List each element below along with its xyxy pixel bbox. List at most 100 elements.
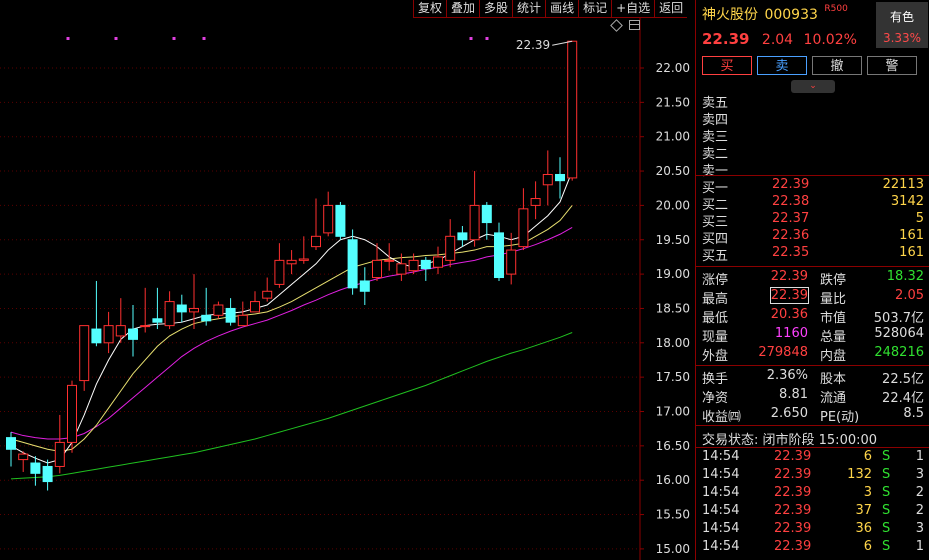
candle-body xyxy=(42,465,53,483)
stat-row: 涨停 22.39 跌停 18.32 xyxy=(696,269,929,288)
high-price-label: 22.39 xyxy=(516,38,550,52)
tick-price: 22.39 xyxy=(774,449,812,464)
candle-body xyxy=(79,325,90,382)
chart-toolbar: 复权 叠加 多股 统计 画线 标记 +自选 返回 xyxy=(413,0,688,18)
toolbar-back[interactable]: 返回 xyxy=(654,0,688,18)
stat-label: 量比 xyxy=(820,292,847,307)
stat-value: 22.4亿 xyxy=(882,391,924,406)
bid-price: 22.37 xyxy=(772,211,810,226)
stat-label: 跌停 xyxy=(820,273,847,288)
tick-volume: 6 xyxy=(863,449,872,464)
stat-label: 最高 xyxy=(702,292,729,307)
sector-badge[interactable]: 有色 3.33% xyxy=(876,2,928,48)
ask-row: 卖三 xyxy=(696,126,929,145)
tick-volume: 37 xyxy=(855,503,872,518)
stat-value: 528064 xyxy=(874,326,924,341)
candle-body xyxy=(237,314,248,327)
y-tick-label: 22.00 xyxy=(656,61,690,75)
candle-body xyxy=(128,328,138,340)
cancel-order-button[interactable]: 撤 xyxy=(812,56,862,75)
stat-value: 22.5亿 xyxy=(882,372,924,387)
y-tick-label: 21.50 xyxy=(656,95,690,109)
event-marker-dot xyxy=(469,37,473,40)
quote-panel: 神火股份 000933 R500 有色 3.33% 22.39 2.04 10.… xyxy=(695,0,929,560)
stat-label: 净资 xyxy=(702,391,729,406)
tick-volume: 132 xyxy=(847,467,872,482)
tick-row: 14:54 22.39 36 S 3 xyxy=(696,521,929,538)
ask-row: 卖四 xyxy=(696,109,929,128)
tick-row: 14:54 22.39 132 S 3 xyxy=(696,467,929,484)
tick-count: 1 xyxy=(915,449,924,464)
stat-value: 18.32 xyxy=(886,269,924,284)
toolbar-draw-line[interactable]: 画线 xyxy=(545,0,579,18)
candle-body xyxy=(347,239,358,289)
bid-row[interactable]: 买二 22.38 3142 xyxy=(696,194,929,213)
bid-price: 22.36 xyxy=(772,228,810,243)
candle-body xyxy=(164,301,175,327)
candle-body xyxy=(323,204,334,234)
sell-button[interactable]: 卖 xyxy=(757,56,807,75)
tick-time: 14:54 xyxy=(702,521,740,536)
candle-body xyxy=(91,328,102,344)
candle-body xyxy=(469,204,480,241)
tick-price: 22.39 xyxy=(774,485,812,500)
candle-body xyxy=(225,307,236,323)
stat-value: 22.39 xyxy=(769,287,810,304)
candle-body xyxy=(18,453,29,461)
stat-label: 换手 xyxy=(702,372,729,387)
tick-volume: 6 xyxy=(863,539,872,554)
stat-value: 503.7亿 xyxy=(873,311,924,326)
toolbar-restore-rights[interactable]: 复权 xyxy=(413,0,447,18)
candle-body xyxy=(250,301,260,313)
stat-value: 2.05 xyxy=(895,288,924,303)
kline-svg[interactable]: 22.00 21.50 21.00 20.50 20.00 19.50 19.00 18.50… xyxy=(0,0,695,560)
y-tick-label: 15.00 xyxy=(656,542,690,556)
tick-time: 14:54 xyxy=(702,449,740,464)
candle-body xyxy=(542,173,553,186)
stat-row: 最高 22.39 量比 2.05 xyxy=(696,287,929,307)
stock-header: 神火股份 000933 R500 xyxy=(702,4,848,24)
stat-value: 248216 xyxy=(874,345,924,360)
candle-body xyxy=(433,256,443,268)
y-tick-label: 19.50 xyxy=(656,233,690,247)
y-tick-label: 20.00 xyxy=(656,198,690,212)
ma60-line xyxy=(10,332,573,480)
tick-row: 14:54 22.39 37 S 2 xyxy=(696,503,929,520)
bid-volume: 3142 xyxy=(890,194,924,209)
bid-volume: 161 xyxy=(899,228,924,243)
stat-value: 2.650 xyxy=(770,406,808,421)
bid-volume: 5 xyxy=(915,211,924,226)
candle-body xyxy=(359,280,370,292)
y-tick-label: 18.00 xyxy=(656,336,690,350)
candle-body xyxy=(274,259,285,285)
bid-row[interactable]: 买四 22.36 161 xyxy=(696,228,929,247)
toolbar-mark[interactable]: 标记 xyxy=(578,0,612,18)
stat-label: 外盘 xyxy=(702,349,729,364)
toolbar-add-watchlist[interactable]: +自选 xyxy=(611,0,655,18)
trade-status-text: 交易状态: 闭市阶段 15:00:00 xyxy=(702,433,878,448)
buy-button[interactable]: 买 xyxy=(702,56,752,75)
diamond-icon[interactable] xyxy=(610,18,623,32)
bid-row[interactable]: 买三 22.37 5 xyxy=(696,211,929,230)
bid-price: 22.38 xyxy=(772,194,810,209)
stock-rating: R500 xyxy=(824,4,848,14)
y-tick-label: 17.50 xyxy=(656,370,690,384)
ma10-line xyxy=(10,205,573,452)
layout-icon[interactable] xyxy=(629,20,640,30)
candle-body xyxy=(518,208,529,248)
alert-button[interactable]: 警 xyxy=(867,56,917,75)
y-tick-label: 19.00 xyxy=(656,267,690,281)
event-marker-dot xyxy=(66,37,70,40)
toolbar-overlay[interactable]: 叠加 xyxy=(446,0,480,18)
event-marker-dot xyxy=(485,37,489,40)
bid-row[interactable]: 买一 22.39 22113 xyxy=(696,177,929,196)
bid-row[interactable]: 买五 22.35 161 xyxy=(696,245,929,264)
tick-time: 14:54 xyxy=(702,503,740,518)
last-price: 22.39 xyxy=(702,30,750,48)
candle-body xyxy=(567,40,578,179)
tick-row: 14:54 22.39 6 S 1 xyxy=(696,449,929,466)
kline-chart[interactable]: 22.00 21.50 21.00 20.50 20.00 19.50 19.00 18.50… xyxy=(0,0,695,560)
toolbar-statistics[interactable]: 统计 xyxy=(512,0,546,18)
toolbar-multi-stock[interactable]: 多股 xyxy=(479,0,513,18)
tick-time: 14:54 xyxy=(702,485,740,500)
